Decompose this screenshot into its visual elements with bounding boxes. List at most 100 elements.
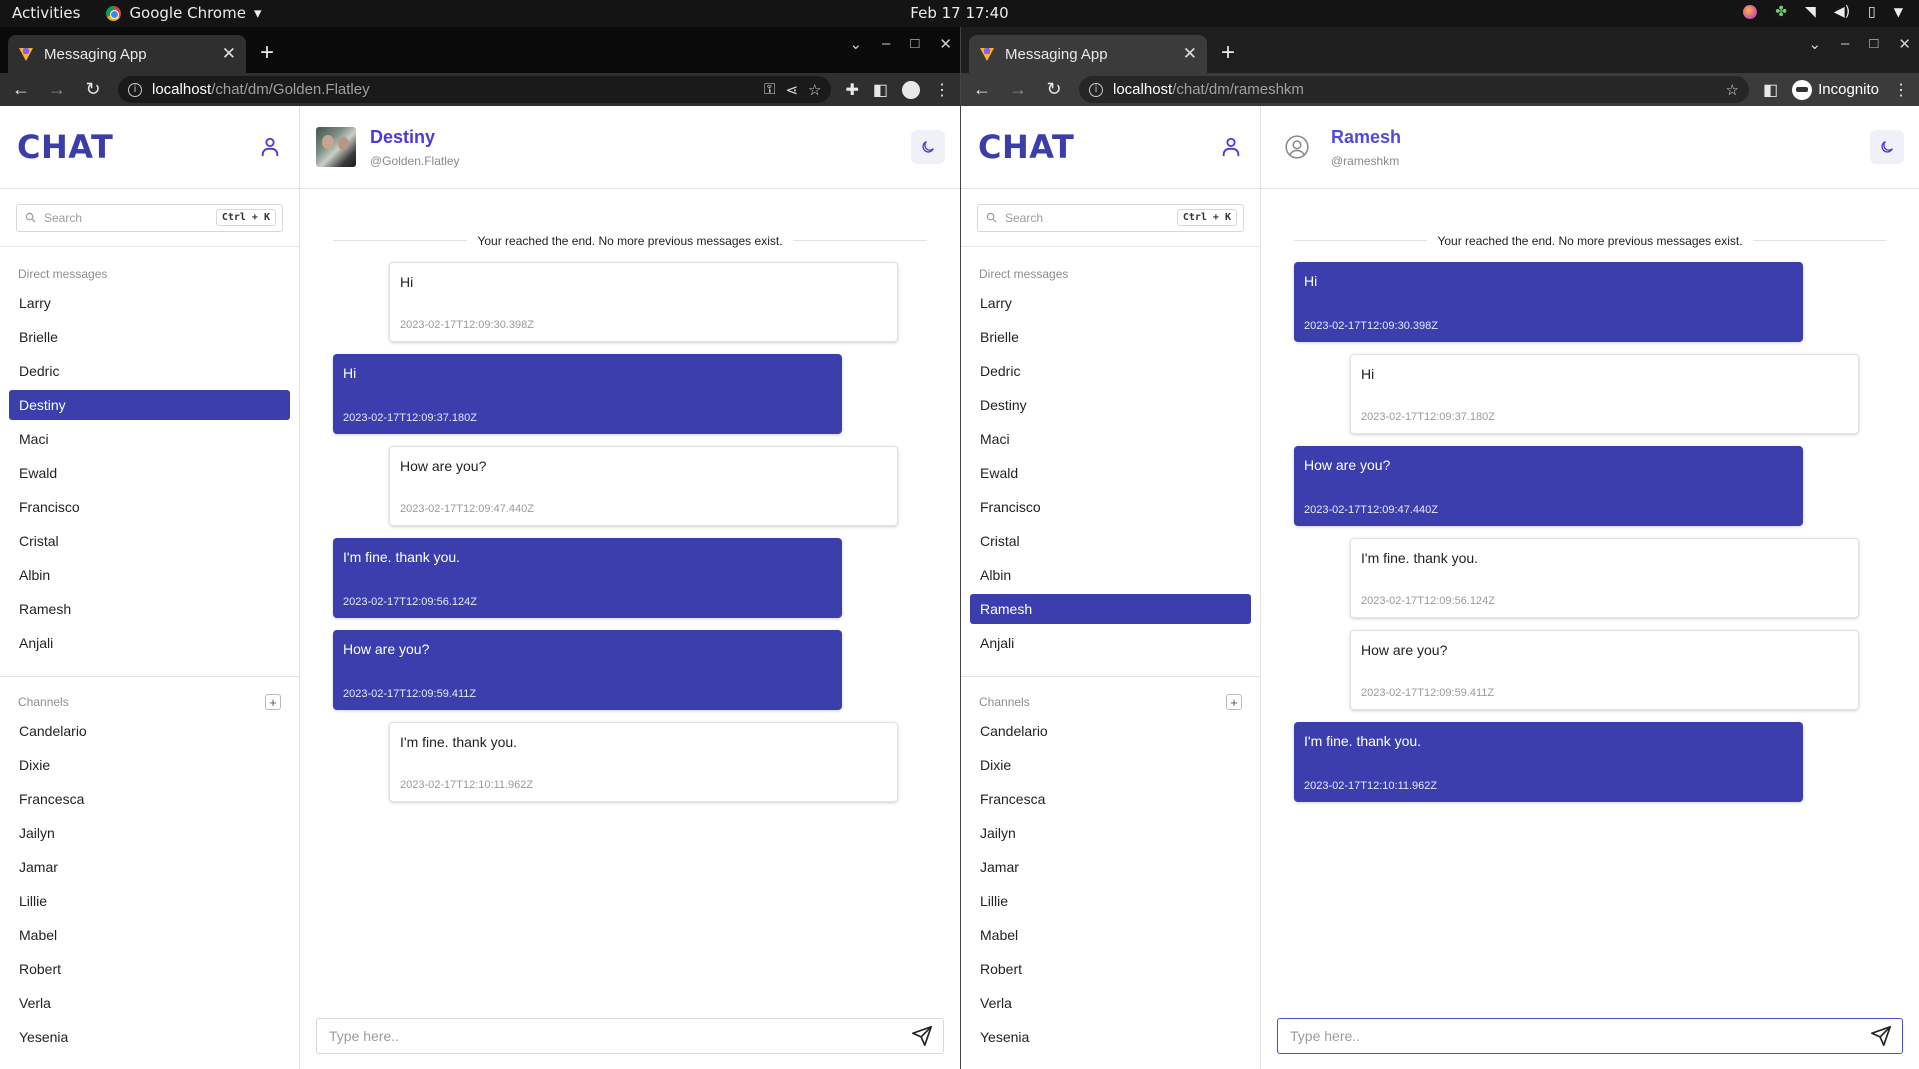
incognito-badge[interactable]: Incognito (1792, 79, 1879, 100)
new-tab-button[interactable]: + (260, 39, 274, 67)
message-bubble-received[interactable]: I'm fine. thank you. 2023-02-17T12:10:11.… (389, 722, 898, 802)
extension-tray-icon[interactable]: ✤ (1775, 4, 1787, 20)
tab-search-icon[interactable]: ⌄ (1808, 35, 1821, 53)
dm-item[interactable]: Francisco (970, 492, 1251, 522)
back-icon[interactable]: ← (10, 79, 32, 100)
dm-item[interactable]: Dedric (9, 356, 290, 386)
side-panel-icon[interactable]: ◧ (873, 80, 888, 100)
dm-item[interactable]: Maci (970, 424, 1251, 454)
message-bubble-sent[interactable]: I'm fine. thank you. 2023-02-17T12:10:11.… (1294, 722, 1803, 802)
minimize-icon[interactable]: – (1841, 35, 1849, 53)
add-channel-button[interactable]: + (1226, 694, 1242, 710)
message-bubble-received[interactable]: How are you? 2023-02-17T12:09:59.411Z (1350, 630, 1859, 710)
channel-item[interactable]: Jamar (9, 852, 290, 882)
address-bar[interactable]: i localhost/chat/dm/Golden.Flatley ⚿ ⋖ ☆ (118, 76, 832, 103)
search-box[interactable]: Ctrl + K (16, 203, 283, 232)
maximize-icon[interactable]: □ (1869, 35, 1878, 53)
close-window-icon[interactable]: ✕ (939, 35, 952, 53)
message-bubble-sent[interactable]: How are you? 2023-02-17T12:09:47.440Z (1294, 446, 1803, 526)
channel-item[interactable]: Mabel (970, 920, 1251, 950)
channel-item[interactable]: Lillie (9, 886, 290, 916)
search-box[interactable]: Ctrl + K (977, 203, 1244, 232)
message-bubble-sent[interactable]: Hi 2023-02-17T12:09:37.180Z (333, 354, 842, 434)
back-icon[interactable]: ← (971, 79, 993, 100)
channel-item[interactable]: Francesca (9, 784, 290, 814)
channel-item[interactable]: Dixie (9, 750, 290, 780)
dm-item[interactable]: Ewald (970, 458, 1251, 488)
dm-item[interactable]: Dedric (970, 356, 1251, 386)
dm-item[interactable]: Ramesh (9, 594, 290, 624)
profile-avatar-icon[interactable] (902, 80, 920, 99)
channel-item[interactable]: Verla (9, 988, 290, 1018)
avatar[interactable] (316, 127, 356, 167)
channel-item[interactable]: Jailyn (970, 818, 1251, 848)
tab-search-icon[interactable]: ⌄ (849, 35, 862, 53)
message-bubble-received[interactable]: Hi 2023-02-17T12:09:37.180Z (1350, 354, 1859, 434)
dm-item[interactable]: Destiny (970, 390, 1251, 420)
channel-item[interactable]: Jailyn (9, 818, 290, 848)
theme-toggle-button[interactable] (911, 130, 945, 164)
dm-item[interactable]: Anjali (9, 628, 290, 658)
new-tab-button[interactable]: + (1221, 39, 1235, 67)
send-button[interactable] (1868, 1023, 1894, 1049)
message-bubble-received[interactable]: I'm fine. thank you. 2023-02-17T12:09:56.… (1350, 538, 1859, 618)
avatar[interactable] (1277, 127, 1317, 167)
dm-item[interactable]: Cristal (9, 526, 290, 556)
key-icon[interactable]: ⚿ (764, 81, 775, 98)
channel-item[interactable]: Francesca (970, 784, 1251, 814)
add-channel-button[interactable]: + (265, 694, 281, 710)
reload-icon[interactable]: ↻ (82, 79, 104, 100)
channel-item[interactable]: Candelario (970, 716, 1251, 746)
side-panel-icon[interactable]: ◧ (1763, 80, 1778, 100)
reload-icon[interactable]: ↻ (1043, 79, 1065, 100)
channel-item[interactable]: Robert (970, 954, 1251, 984)
volume-icon[interactable]: ◀) (1834, 4, 1850, 20)
dm-item[interactable]: Destiny (9, 390, 290, 420)
dm-item[interactable]: Francisco (9, 492, 290, 522)
message-bubble-received[interactable]: Hi 2023-02-17T12:09:30.398Z (389, 262, 898, 342)
forward-icon[interactable]: → (46, 79, 68, 100)
extensions-icon[interactable]: ✚ (845, 80, 858, 100)
bookmark-star-icon[interactable]: ☆ (1726, 81, 1739, 99)
message-bubble-received[interactable]: How are you? 2023-02-17T12:09:47.440Z (389, 446, 898, 526)
dm-item[interactable]: Cristal (970, 526, 1251, 556)
close-tab-icon[interactable]: ✕ (222, 44, 236, 64)
dm-item[interactable]: Brielle (9, 322, 290, 352)
theme-toggle-button[interactable] (1870, 130, 1904, 164)
dm-item[interactable]: Maci (9, 424, 290, 454)
maximize-icon[interactable]: □ (910, 35, 919, 53)
search-input[interactable] (44, 210, 208, 225)
address-bar[interactable]: i localhost/chat/dm/rameshkm ☆ (1079, 76, 1749, 103)
channel-item[interactable]: Robert (9, 954, 290, 984)
battery-icon[interactable]: ▯ (1868, 4, 1876, 20)
message-bubble-sent[interactable]: How are you? 2023-02-17T12:09:59.411Z (333, 630, 842, 710)
tab-messaging-app[interactable]: Messaging App ✕ (8, 35, 246, 73)
dm-item[interactable]: Ramesh (970, 594, 1251, 624)
clock[interactable]: Feb 17 17:40 (910, 4, 1008, 22)
activities-button[interactable]: Activities (12, 4, 80, 22)
dm-item[interactable]: Albin (9, 560, 290, 590)
message-bubble-sent[interactable]: I'm fine. thank you. 2023-02-17T12:09:56.… (333, 538, 842, 618)
message-bubble-sent[interactable]: Hi 2023-02-17T12:09:30.398Z (1294, 262, 1803, 342)
menu-kebab-icon[interactable]: ⋮ (1893, 80, 1909, 100)
url-text[interactable]: localhost/chat/dm/rameshkm (1113, 81, 1716, 98)
site-info-icon[interactable]: i (1089, 82, 1103, 97)
channel-item[interactable]: Yesenia (9, 1022, 290, 1052)
app-menu[interactable]: Google Chrome ▾ (106, 4, 261, 22)
wifi-icon[interactable]: ◥ (1805, 4, 1816, 20)
channel-item[interactable]: Verla (970, 988, 1251, 1018)
menu-kebab-icon[interactable]: ⋮ (934, 80, 950, 100)
site-info-icon[interactable]: i (128, 82, 142, 97)
close-tab-icon[interactable]: ✕ (1183, 44, 1197, 64)
channel-item[interactable]: Mabel (9, 920, 290, 950)
dm-item[interactable]: Anjali (970, 628, 1251, 658)
channel-item[interactable]: Lillie (970, 886, 1251, 916)
close-window-icon[interactable]: ✕ (1898, 35, 1911, 53)
system-menu-arrow-icon[interactable]: ▼ (1894, 5, 1903, 19)
channel-item[interactable]: Candelario (9, 716, 290, 746)
channel-item[interactable]: Dixie (970, 750, 1251, 780)
search-input[interactable] (1005, 210, 1169, 225)
forward-icon[interactable]: → (1007, 79, 1029, 100)
channel-item[interactable]: Jamar (970, 852, 1251, 882)
dm-item[interactable]: Larry (970, 288, 1251, 318)
